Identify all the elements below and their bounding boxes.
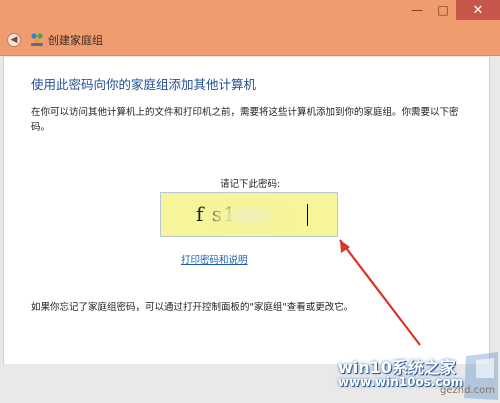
description-text: 在你可以访问其他计算机上的文件和打印机之前，需要将这些计算机添加到你的家庭组。你… bbox=[31, 107, 459, 133]
page-heading: 使用此密码向你的家庭组添加其他计算机 bbox=[31, 77, 257, 92]
password-redaction-blur bbox=[211, 203, 287, 229]
password-prompt-label: 请记下此密码: bbox=[220, 179, 281, 190]
password-display-box: f s1 bbox=[160, 192, 338, 237]
title-bar: — □ ✕ ◀ 创建家庭组 bbox=[0, 0, 500, 56]
minimize-button[interactable]: — bbox=[404, 0, 430, 20]
close-button[interactable]: ✕ bbox=[456, 0, 500, 20]
text-caret bbox=[307, 204, 308, 226]
back-arrow-icon: ◀ bbox=[10, 35, 18, 45]
maximize-button[interactable]: □ bbox=[430, 0, 456, 20]
print-password-link[interactable]: 打印密码和说明 bbox=[181, 252, 248, 266]
back-button[interactable]: ◀ bbox=[7, 33, 21, 47]
window-title: 创建家庭组 bbox=[48, 34, 103, 47]
footer-note: 如果你忘记了家庭组密码，可以通过打开控制面板的"家庭组"查看或更改它。 bbox=[31, 302, 354, 313]
homegroup-window: — □ ✕ ◀ 创建家庭组 使用此密码向你的家庭组添加其他计算机 在你可以访问其… bbox=[0, 0, 500, 403]
corner-watermark: gezhd.com bbox=[440, 385, 495, 396]
homegroup-icon bbox=[31, 33, 43, 46]
